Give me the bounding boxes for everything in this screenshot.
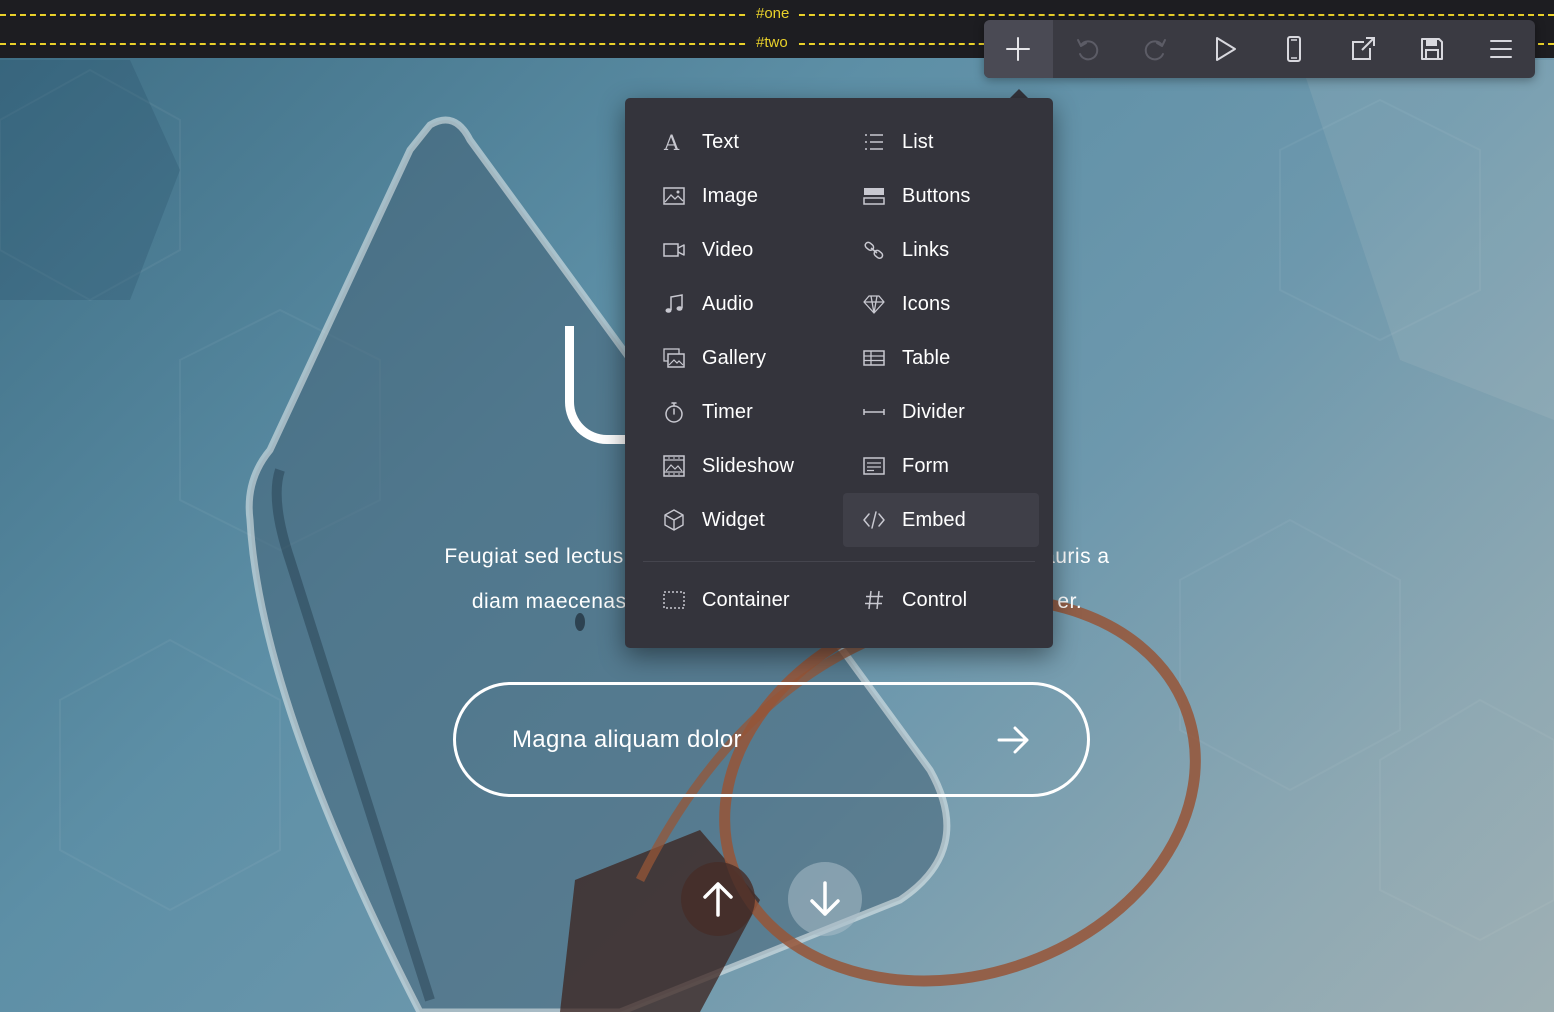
cube-icon [663, 509, 685, 531]
menu-item-table[interactable]: Table [843, 331, 1039, 385]
menu-item-label: Widget [702, 508, 765, 531]
menu-item-audio[interactable]: Audio [643, 277, 839, 331]
phone-icon [1286, 36, 1301, 62]
plus-icon [1006, 37, 1031, 61]
menu-item-icons[interactable]: Icons [843, 277, 1039, 331]
container-icon [663, 589, 685, 611]
menu-item-buttons[interactable]: Buttons [843, 169, 1039, 223]
form-icon [863, 455, 885, 477]
save-button[interactable] [1397, 20, 1466, 78]
menu-item-label: Gallery [702, 346, 767, 369]
preview-button[interactable] [1191, 20, 1260, 78]
list-icon [863, 131, 885, 153]
gallery-icon [663, 347, 685, 369]
play-icon [1216, 37, 1237, 61]
menu-item-embed[interactable]: Embed [843, 493, 1039, 547]
menu-item-label: Audio [702, 292, 754, 315]
add-element-grid: A Text List Image Buttons Video Links Au… [643, 115, 1039, 547]
table-icon [863, 347, 885, 369]
section-marker-one[interactable]: #one [748, 5, 798, 23]
divider-icon [863, 401, 885, 423]
menu-item-label: Links [902, 238, 950, 261]
floppy-disk-icon [1420, 38, 1443, 60]
menu-item-timer[interactable]: Timer [643, 385, 839, 439]
external-link-icon [1351, 37, 1375, 60]
cta-button-label: Magna aliquam dolor [512, 725, 742, 753]
menu-item-video[interactable]: Video [643, 223, 839, 277]
cta-button[interactable]: Magna aliquam dolor [453, 682, 1090, 797]
slideshow-icon [663, 455, 685, 477]
menu-item-label: Embed [902, 508, 966, 531]
menu-item-container[interactable]: Container [643, 573, 839, 627]
text-icon: A [663, 131, 685, 153]
image-icon [663, 185, 685, 207]
menu-item-form[interactable]: Form [843, 439, 1039, 493]
menu-item-label: Form [902, 454, 950, 477]
menu-item-label: Table [902, 346, 951, 369]
redo-icon [1144, 39, 1167, 61]
hamburger-icon [1489, 40, 1512, 58]
hash-icon [863, 589, 885, 611]
undo-button[interactable] [1053, 20, 1122, 78]
add-element-footer-grid: Container Control [643, 573, 1035, 627]
buttons-icon [863, 185, 885, 207]
code-icon [863, 509, 885, 531]
links-icon [863, 239, 885, 261]
menu-item-links[interactable]: Links [843, 223, 1039, 277]
menu-item-widget[interactable]: Widget [643, 493, 839, 547]
arrow-up-icon [703, 882, 733, 917]
menu-item-label: Buttons [902, 184, 971, 207]
menu-divider [643, 561, 1035, 562]
menu-item-label: Video [702, 238, 754, 261]
menu-button[interactable] [1466, 20, 1535, 78]
video-icon [663, 239, 685, 261]
open-external-button[interactable] [1328, 20, 1397, 78]
menu-item-gallery[interactable]: Gallery [643, 331, 839, 385]
menu-item-label: Divider [902, 400, 965, 423]
menu-item-label: Control [902, 588, 968, 611]
menu-item-label: Image [702, 184, 759, 207]
menu-item-list[interactable]: List [843, 115, 1039, 169]
menu-item-divider[interactable]: Divider [843, 385, 1039, 439]
scroll-down-button[interactable] [788, 862, 862, 936]
section-marker-two[interactable]: #two [748, 34, 796, 52]
menu-item-text[interactable]: A Text [643, 115, 839, 169]
menu-item-control[interactable]: Control [843, 573, 1039, 627]
diamond-icon [863, 293, 885, 315]
add-button[interactable] [984, 20, 1053, 78]
svg-text:A: A [663, 131, 680, 153]
menu-item-slideshow[interactable]: Slideshow [643, 439, 839, 493]
editor-toolbar [984, 20, 1535, 78]
menu-item-label: Container [702, 588, 790, 611]
undo-icon [1077, 39, 1099, 61]
arrow-down-icon [810, 881, 840, 916]
menu-item-label: Timer [702, 400, 753, 423]
menu-item-label: Text [702, 130, 740, 153]
menu-item-image[interactable]: Image [643, 169, 839, 223]
stopwatch-icon [663, 401, 685, 423]
menu-item-label: Icons [902, 292, 951, 315]
arrow-right-icon [997, 726, 1029, 753]
add-element-menu: A Text List Image Buttons Video Links Au… [625, 98, 1053, 648]
menu-item-label: List [902, 130, 934, 153]
menu-item-label: Slideshow [702, 454, 795, 477]
mobile-view-button[interactable] [1260, 20, 1329, 78]
scroll-up-button[interactable] [681, 862, 755, 936]
music-note-icon [663, 293, 685, 315]
redo-button[interactable] [1122, 20, 1191, 78]
